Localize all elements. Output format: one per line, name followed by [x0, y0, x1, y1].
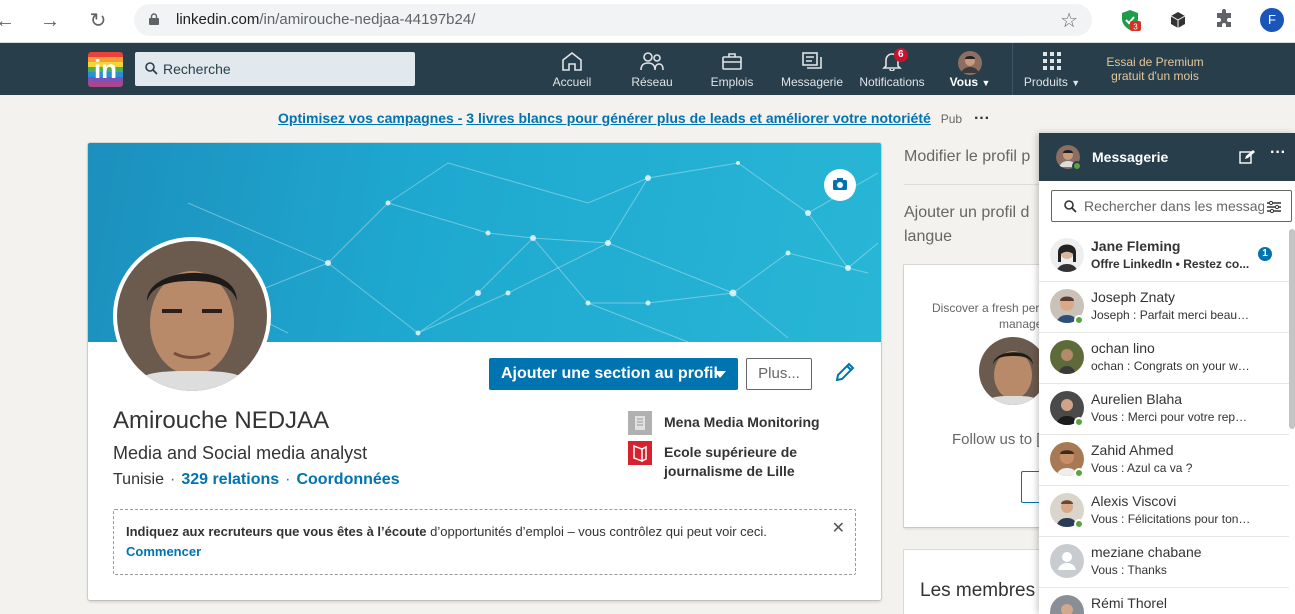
filter-icon[interactable] [1266, 199, 1282, 215]
search-icon [145, 62, 158, 75]
ad-banner: Optimisez vos campagnes - 3 livres blanc… [278, 110, 990, 128]
search-input[interactable]: Recherche [135, 52, 415, 86]
scrollbar[interactable] [1289, 229, 1295, 429]
back-icon[interactable]: ← [0, 8, 18, 34]
contact-avatar [1050, 595, 1084, 614]
conversation-item[interactable]: ochan lino ochan : Congrats on your work… [1039, 333, 1289, 384]
more-button[interactable]: Plus... [746, 358, 812, 390]
nav-home[interactable]: Accueil [552, 43, 592, 95]
notifications-badge: 6 [894, 48, 908, 62]
lock-icon [149, 13, 159, 25]
add-profile-section-button[interactable]: Ajouter une section au profil [489, 358, 738, 390]
start-link[interactable]: Commencer [126, 544, 201, 559]
contact-avatar [1050, 340, 1084, 374]
profile-headline: Media and Social media analyst [113, 443, 368, 463]
online-status-dot [1074, 519, 1084, 529]
compose-icon[interactable] [1239, 149, 1255, 165]
edit-profile-url-link[interactable]: Modifier le profil p [904, 145, 1044, 169]
url-text: linkedin.com/in/amirouche-nedjaa-44197b2… [176, 11, 476, 28]
network-icon [640, 52, 664, 71]
chevron-down-icon [714, 371, 726, 378]
shield-extension-icon[interactable]: 3 [1118, 8, 1142, 32]
ad-menu-icon[interactable]: ··· [974, 110, 990, 127]
linkedin-nav: in Recherche Accueil Réseau Emplois Mess… [0, 43, 1295, 95]
messaging-header[interactable]: Messagerie ··· [1039, 133, 1295, 181]
ad-profile-photo [979, 337, 1047, 405]
nav-me[interactable]: Vous ▼ [946, 43, 994, 95]
online-status-dot [1074, 315, 1084, 325]
svg-text:3: 3 [1133, 23, 1138, 32]
nav-jobs[interactable]: Emplois [709, 43, 755, 95]
members-card: Les membres [904, 550, 1044, 614]
conversation-item[interactable]: Aurelien Blaha Vous : Merci pour votre r… [1039, 384, 1289, 435]
cube-extension-icon[interactable] [1166, 8, 1190, 32]
pencil-icon[interactable] [834, 361, 856, 383]
bookmark-star-icon[interactable]: ☆ [1060, 8, 1078, 33]
close-icon[interactable]: ✕ [832, 518, 845, 538]
ad-link[interactable]: Optimisez vos campagnes - [278, 110, 462, 126]
nav-messaging[interactable]: Messagerie [780, 43, 844, 95]
conversation-item[interactable]: Joseph Znaty Joseph : Parfait merci beau… [1039, 282, 1289, 333]
nav-network[interactable]: Réseau [630, 43, 674, 95]
conversation-item[interactable]: Zahid Ahmed Vous : Azul ca va ? [1039, 435, 1289, 486]
conversation-item[interactable]: Jane Fleming Offre LinkedIn • Restez co.… [1039, 231, 1289, 282]
reload-icon[interactable]: ↻ [85, 8, 111, 34]
connections-link[interactable]: 329 relations [181, 471, 279, 488]
school-logo-icon [628, 441, 652, 465]
me-avatar [958, 51, 982, 75]
forward-icon[interactable]: → [37, 8, 63, 34]
messaging-title: Messagerie [1092, 149, 1169, 165]
unread-badge: 1 [1258, 247, 1272, 261]
message-search-input[interactable]: Rechercher dans les messages [1051, 190, 1292, 222]
conversation-item[interactable]: Rémi Thorel [1039, 588, 1289, 614]
nav-products[interactable]: Produits ▼ [1018, 43, 1086, 95]
contact-avatar [1050, 238, 1084, 272]
online-status-dot [1074, 468, 1084, 478]
browser-toolbar: ← → ↻ linkedin.com/in/amirouche-nedjaa-4… [0, 0, 1295, 43]
search-icon [1064, 200, 1077, 213]
ad-text[interactable]: 3 livres blancs pour générer plus de lea… [466, 110, 931, 126]
conversation-item[interactable]: meziane chabane Vous : Thanks [1039, 537, 1289, 588]
home-icon [562, 51, 582, 71]
edit-banner-button[interactable] [824, 169, 856, 201]
browser-profile-avatar[interactable]: F [1260, 8, 1284, 32]
jobs-icon [722, 53, 742, 70]
company-logo-icon [628, 411, 652, 435]
chevron-down-icon: ▼ [1071, 78, 1081, 88]
profile-name: Amirouche NEDJAA [113, 407, 330, 434]
add-language-profile-link[interactable]: Ajouter un profil d langue [904, 201, 1044, 249]
profile-meta: Tunisie · 329 relations · Coordonnées [113, 471, 400, 488]
profile-portrait [117, 241, 267, 391]
conversation-item[interactable]: Alexis Viscovi Vous : Félicitations pour… [1039, 486, 1289, 537]
ad-label: Pub [940, 112, 963, 126]
online-status-dot [1074, 417, 1084, 427]
contact-info-link[interactable]: Coordonnées [296, 471, 399, 488]
puzzle-extensions-icon[interactable] [1212, 8, 1236, 32]
online-status-dot [1072, 161, 1082, 171]
messaging-panel: Messagerie ··· Rechercher dans les messa… [1039, 133, 1295, 614]
open-to-work-prompt: Indiquez aux recruteurs que vous êtes à … [113, 509, 856, 575]
premium-trial-link[interactable]: Essai de Premium gratuit d'un mois [1100, 55, 1210, 83]
messaging-icon [802, 52, 822, 69]
profile-location: Tunisie [113, 471, 164, 488]
profile-card: Ajouter une section au profil Plus... Am… [88, 143, 881, 600]
chevron-down-icon: ▼ [981, 78, 991, 88]
profile-photo[interactable] [113, 237, 271, 395]
ad-card: Discover a fresh per manage Follow us to… [904, 265, 1051, 527]
linkedin-logo[interactable]: in [88, 52, 123, 87]
messaging-more-icon[interactable]: ··· [1270, 144, 1286, 162]
nav-notifications[interactable]: 6 Notifications [856, 43, 928, 95]
address-bar[interactable]: linkedin.com/in/amirouche-nedjaa-44197b2… [134, 4, 1092, 36]
camera-icon [833, 178, 847, 190]
contact-avatar [1050, 544, 1084, 578]
grid-icon [1043, 52, 1061, 70]
